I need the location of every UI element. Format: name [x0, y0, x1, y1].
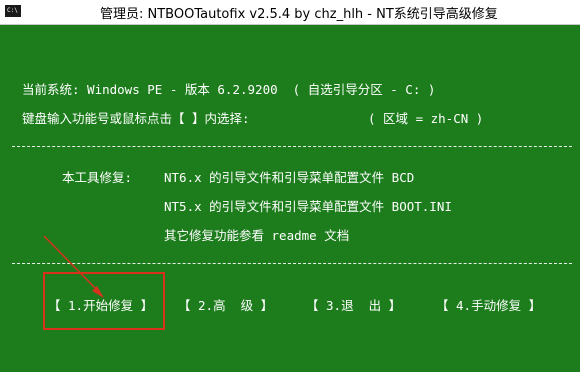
- annotation-arrow: [43, 235, 104, 298]
